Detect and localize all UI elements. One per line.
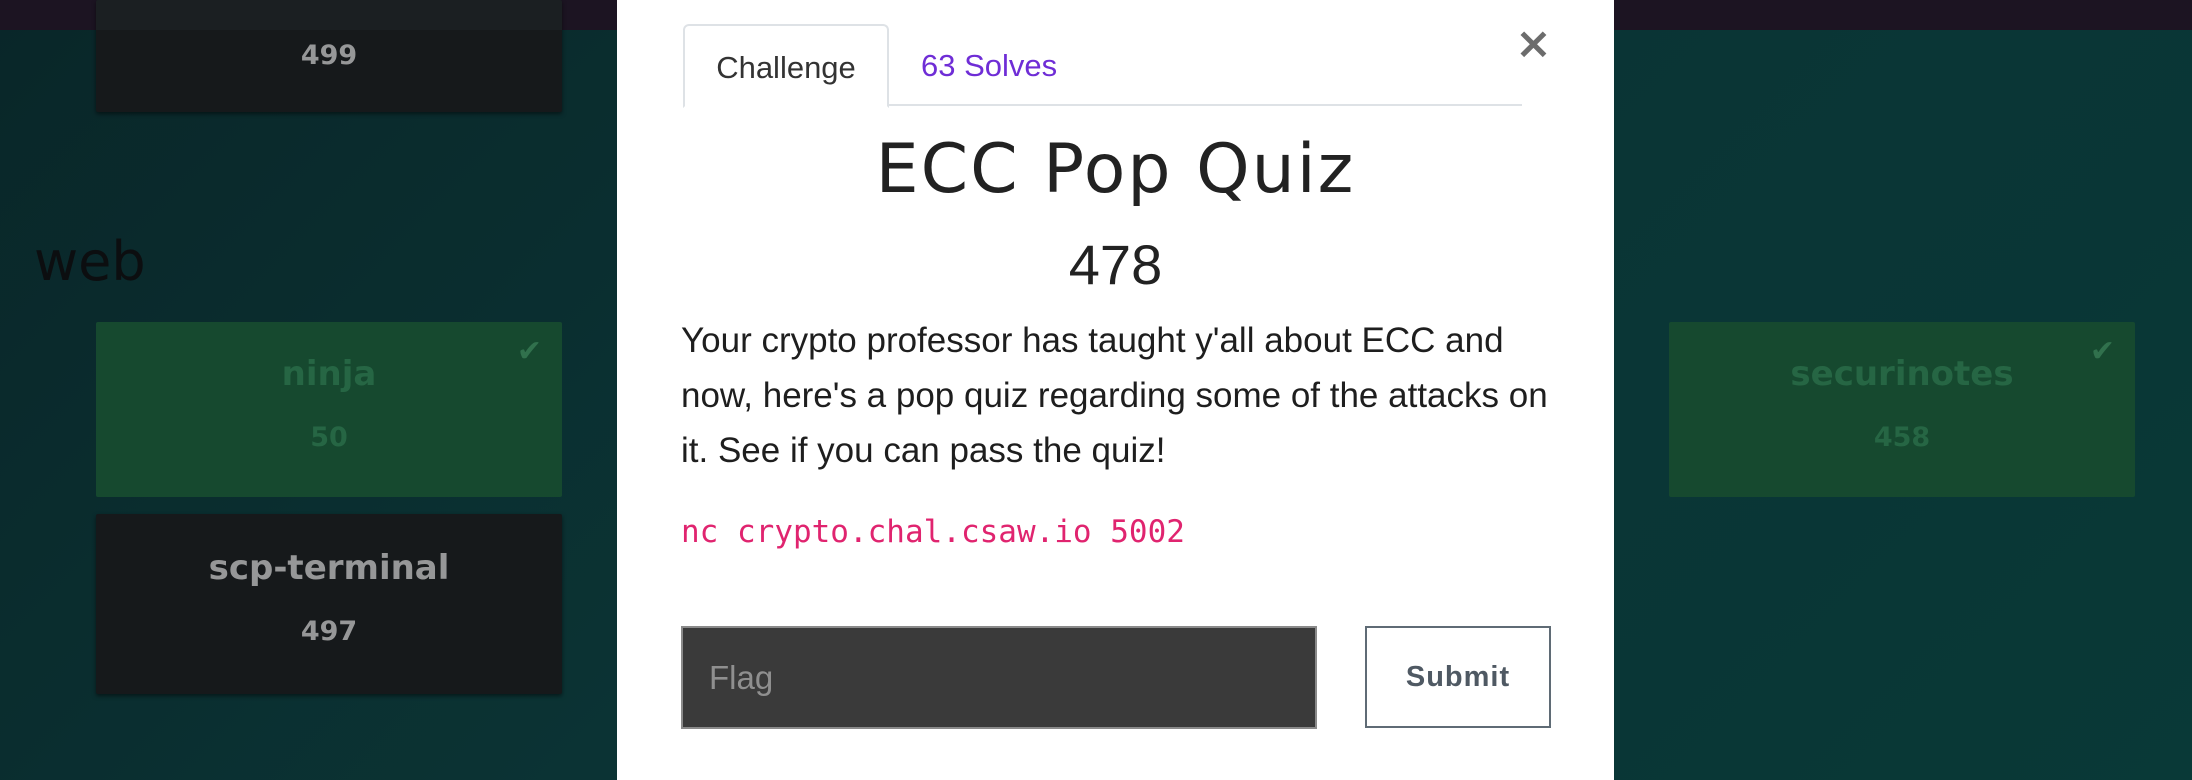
tab-solves[interactable]: 63 Solves — [921, 24, 1057, 108]
challenge-title: ECC Pop Quiz — [875, 130, 1356, 209]
connection-command: nc crypto.chal.csaw.io 5002 — [681, 514, 1185, 550]
challenge-description: Your crypto professor has taught y'all a… — [681, 321, 1548, 470]
modal-tabs: Challenge 63 Solves — [683, 24, 1522, 108]
tab-challenge[interactable]: Challenge — [683, 24, 889, 108]
challenge-points-value: 478 — [1068, 233, 1163, 296]
challenge-modal: Challenge 63 Solves × ECC Pop Quiz 478 Y… — [617, 0, 1614, 780]
flag-input[interactable] — [681, 626, 1317, 729]
close-icon[interactable]: × — [1515, 22, 1552, 66]
submit-button[interactable]: Submit — [1365, 626, 1551, 728]
